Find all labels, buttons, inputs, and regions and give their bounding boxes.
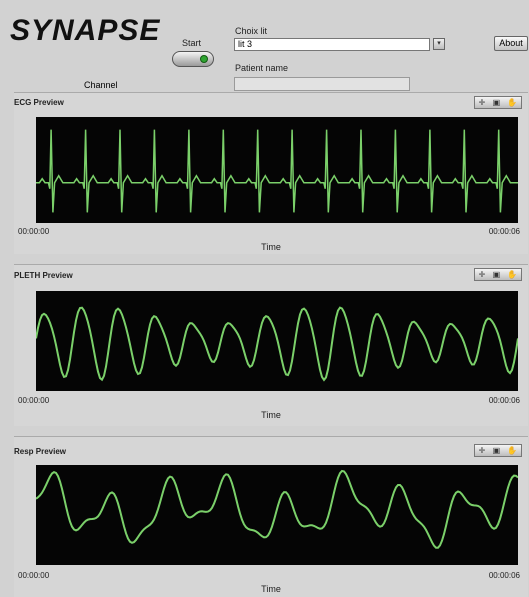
time-start: 00:00:00 bbox=[18, 227, 50, 236]
crosshair-icon[interactable]: ✛ bbox=[479, 98, 486, 107]
hand-icon[interactable]: ✋ bbox=[507, 270, 517, 279]
crosshair-icon[interactable]: ✛ bbox=[479, 270, 486, 279]
bed-select[interactable]: lit 3 bbox=[234, 38, 430, 51]
channel-label: Channel bbox=[84, 80, 118, 90]
synapse-window: SYNAPSE Start Choix lit lit 3 ▾ Patient … bbox=[0, 0, 529, 597]
patient-name-label: Patient name bbox=[235, 63, 289, 73]
time-end: 00:00:06 bbox=[488, 571, 520, 580]
time-end: 00:00:06 bbox=[488, 227, 520, 236]
pleth-trace bbox=[36, 306, 518, 382]
patient-name-field[interactable] bbox=[234, 77, 410, 91]
resp-plot bbox=[36, 465, 518, 565]
zoom-icon[interactable]: ▣ bbox=[493, 98, 501, 107]
bed-select-dropdown-icon[interactable]: ▾ bbox=[433, 38, 445, 50]
time-end: 00:00:06 bbox=[488, 396, 520, 405]
hand-icon[interactable]: ✋ bbox=[507, 98, 517, 107]
time-axis-label: Time bbox=[261, 410, 281, 420]
hand-icon[interactable]: ✋ bbox=[507, 446, 517, 455]
time-start: 00:00:00 bbox=[18, 571, 50, 580]
resp-trace bbox=[36, 469, 518, 549]
resp-panel: Resp Preview ✛ ▣ ✋ 00:00:00 00:00:06 Tim… bbox=[14, 436, 528, 597]
graph-palette[interactable]: ✛ ▣ ✋ bbox=[474, 268, 522, 281]
pleth-plot bbox=[36, 291, 518, 391]
graph-palette[interactable]: ✛ ▣ ✋ bbox=[474, 96, 522, 109]
panel-title: ECG Preview bbox=[14, 98, 64, 107]
bed-select-label: Choix lit bbox=[235, 26, 268, 36]
panel-title: Resp Preview bbox=[14, 447, 67, 456]
start-label: Start bbox=[182, 38, 202, 48]
ecg-plot bbox=[36, 117, 518, 223]
resp-trace-area bbox=[36, 469, 518, 549]
ecg-trace bbox=[36, 129, 518, 213]
time-axis-label: Time bbox=[261, 242, 281, 252]
zoom-icon[interactable]: ▣ bbox=[493, 270, 501, 279]
crosshair-icon[interactable]: ✛ bbox=[479, 446, 486, 455]
panel-title: PLETH Preview bbox=[14, 271, 73, 280]
time-axis-label: Time bbox=[261, 584, 281, 594]
app-logo: SYNAPSE bbox=[10, 14, 161, 47]
ecg-trace-area bbox=[36, 129, 518, 213]
zoom-icon[interactable]: ▣ bbox=[493, 446, 501, 455]
status-led-icon bbox=[200, 55, 208, 63]
ecg-panel: ECG Preview ✛ ▣ ✋ 00:00:00 00:00:06 Time bbox=[14, 92, 528, 254]
pleth-trace-area bbox=[36, 306, 518, 382]
pleth-panel: PLETH Preview ✛ ▣ ✋ 00:00:00 00:00:06 Ti… bbox=[14, 264, 528, 426]
time-start: 00:00:00 bbox=[18, 396, 50, 405]
start-toggle-button[interactable] bbox=[172, 51, 214, 67]
about-button[interactable]: About bbox=[494, 36, 528, 51]
graph-palette[interactable]: ✛ ▣ ✋ bbox=[474, 444, 522, 457]
